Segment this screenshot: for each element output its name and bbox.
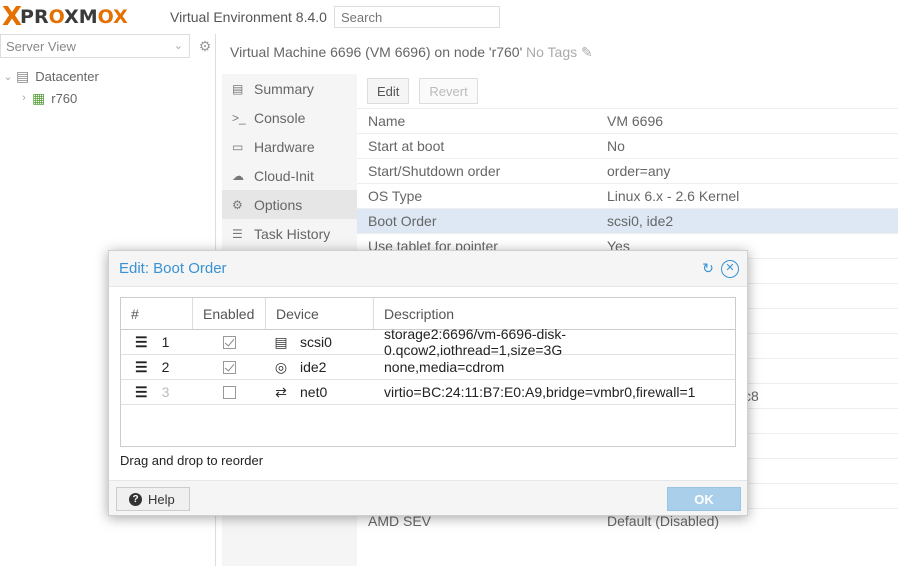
tree-item-datacenter[interactable]: ⌄ ▤ Datacenter: [2, 65, 99, 87]
node-online-icon: ▦: [32, 89, 46, 106]
boot-order-dialog: Edit: Boot Order ↻ ✕ # Enabled Device De…: [108, 250, 748, 516]
cloud-icon: ☁: [232, 168, 244, 183]
summary-icon: ▤: [232, 81, 244, 96]
gear-icon: ⚙: [232, 197, 243, 212]
option-value: VM 6696: [607, 113, 664, 129]
options-toolbar: Edit Revert: [357, 74, 898, 108]
device-name: ide2: [300, 359, 327, 375]
enabled-checkbox[interactable]: [223, 360, 236, 374]
option-row[interactable]: OS Type Linux 6.x - 2.6 Kernel: [357, 183, 898, 208]
boot-order-grid: # Enabled Device Description ☰ 1 ▤ scsi0 s…: [120, 297, 736, 447]
view-selector-label: Server View: [6, 39, 76, 54]
console-icon: >_: [232, 110, 246, 125]
drag-handle-icon[interactable]: ☰: [135, 359, 148, 376]
option-key: Boot Order: [368, 213, 437, 229]
no-tags-label: No Tags: [526, 44, 578, 60]
vm-title: Virtual Machine 6696 (VM 6696) on node '…: [230, 44, 523, 60]
option-key: Start at boot: [368, 138, 445, 154]
logo-x-mark: X: [2, 2, 22, 32]
option-value: scsi0, ide2: [607, 213, 674, 229]
option-value: No: [607, 138, 625, 154]
nav-options[interactable]: ⚙ Options: [222, 190, 357, 219]
drag-handle-icon[interactable]: ☰: [135, 384, 148, 401]
device-description: none,media=cdrom: [384, 359, 505, 375]
column-header-num[interactable]: #: [121, 298, 193, 329]
hardware-icon: ▭: [232, 139, 244, 154]
dialog-header: Edit: Boot Order ↻ ✕: [109, 251, 747, 287]
close-icon[interactable]: ✕: [721, 260, 739, 278]
tree-item-node[interactable]: › ▦ r760: [18, 87, 77, 109]
datacenter-icon: ▤: [16, 67, 30, 84]
top-bar: X PROXMOX Virtual Environment 8.4.0: [0, 0, 898, 34]
column-header-enabled[interactable]: Enabled: [193, 298, 266, 329]
device-description: storage2:6696/vm-6696-disk-0.qcow2,iothr…: [384, 326, 567, 358]
tree-item-label: r760: [51, 90, 78, 106]
chevron-down-icon: ⌄: [173, 40, 183, 52]
dialog-title: Edit: Boot Order: [119, 260, 227, 277]
device-name: net0: [300, 384, 328, 400]
logo-wordmark: PROXMOX: [20, 6, 128, 28]
table-row[interactable]: ☰ 1 ▤ scsi0 storage2:6696/vm-6696-disk-0.q…: [121, 326, 735, 358]
table-row[interactable]: ☰ 2 ◎ ide2 none,media=cdrom: [121, 355, 735, 380]
device-name: scsi0: [300, 334, 332, 350]
column-header-device[interactable]: Device: [266, 298, 374, 329]
ok-button[interactable]: OK: [667, 487, 741, 511]
enabled-checkbox[interactable]: [223, 385, 236, 399]
row-number: 2: [161, 359, 170, 375]
nav-label: Cloud-Init: [254, 167, 314, 184]
option-value: Linux 6.x - 2.6 Kernel: [607, 188, 740, 204]
product-version: Virtual Environment 8.4.0: [170, 9, 327, 25]
view-selector[interactable]: Server View ⌄: [0, 34, 190, 58]
edit-button[interactable]: Edit: [367, 78, 410, 104]
collapse-icon[interactable]: ⌄: [2, 70, 14, 83]
row-number: 3: [161, 384, 170, 400]
proxmox-logo[interactable]: X PROXMOX: [2, 2, 128, 32]
help-button[interactable]: ? Help: [116, 487, 190, 511]
nav-hardware[interactable]: ▭ Hardware: [222, 132, 357, 161]
search-input[interactable]: [334, 6, 500, 28]
nav-label: Task History: [254, 225, 331, 242]
column-header-description[interactable]: Description: [374, 298, 735, 329]
enabled-checkbox[interactable]: [223, 335, 236, 349]
nav-console[interactable]: >_ Console: [222, 103, 357, 132]
row-number: 1: [161, 334, 170, 350]
option-key: OS Type: [368, 188, 423, 204]
network-icon: ⇄: [275, 383, 287, 400]
revert-button[interactable]: Revert: [419, 78, 478, 104]
nav-task-history[interactable]: ☰ Task History: [222, 219, 357, 248]
option-row[interactable]: Boot Order scsi0, ide2: [357, 208, 898, 233]
cdrom-icon: ◎: [274, 358, 288, 375]
nav-summary[interactable]: ▤ Summary: [222, 74, 357, 103]
gear-icon[interactable]: ⚙: [194, 34, 216, 58]
hdd-icon: ▤: [274, 333, 288, 350]
table-row[interactable]: ☰ 3 ⇄ net0 virtio=BC:24:11:B7:E0:A9,bridge…: [121, 380, 735, 405]
pencil-icon[interactable]: ✎: [581, 44, 593, 60]
nav-label: Summary: [254, 80, 314, 97]
drag-handle-icon[interactable]: ☰: [135, 334, 148, 351]
reset-icon[interactable]: ↻: [699, 260, 717, 278]
tree-item-label: Datacenter: [35, 68, 99, 84]
device-description: virtio=BC:24:11:B7:E0:A9,bridge=vmbr0,fi…: [384, 384, 696, 400]
nav-label: Console: [254, 109, 306, 126]
option-value: order=any: [607, 163, 671, 179]
option-row[interactable]: Name VM 6696: [357, 108, 898, 133]
help-label: Help: [148, 491, 175, 507]
nav-label: Hardware: [254, 138, 315, 155]
option-key: Name: [368, 113, 406, 129]
option-row[interactable]: Start/Shutdown order order=any: [357, 158, 898, 183]
option-row[interactable]: Start at boot No: [357, 133, 898, 158]
nav-cloud-init[interactable]: ☁ Cloud-Init: [222, 161, 357, 190]
reorder-hint: Drag and drop to reorder: [120, 453, 264, 468]
question-icon: ?: [129, 492, 142, 506]
nav-label: Options: [254, 196, 303, 213]
option-key: Start/Shutdown order: [368, 163, 501, 179]
expand-icon[interactable]: ›: [18, 92, 30, 104]
list-icon: ☰: [232, 226, 243, 241]
tags-editor[interactable]: No Tags ✎: [526, 44, 593, 61]
dialog-footer: ? Help OK: [109, 480, 747, 515]
